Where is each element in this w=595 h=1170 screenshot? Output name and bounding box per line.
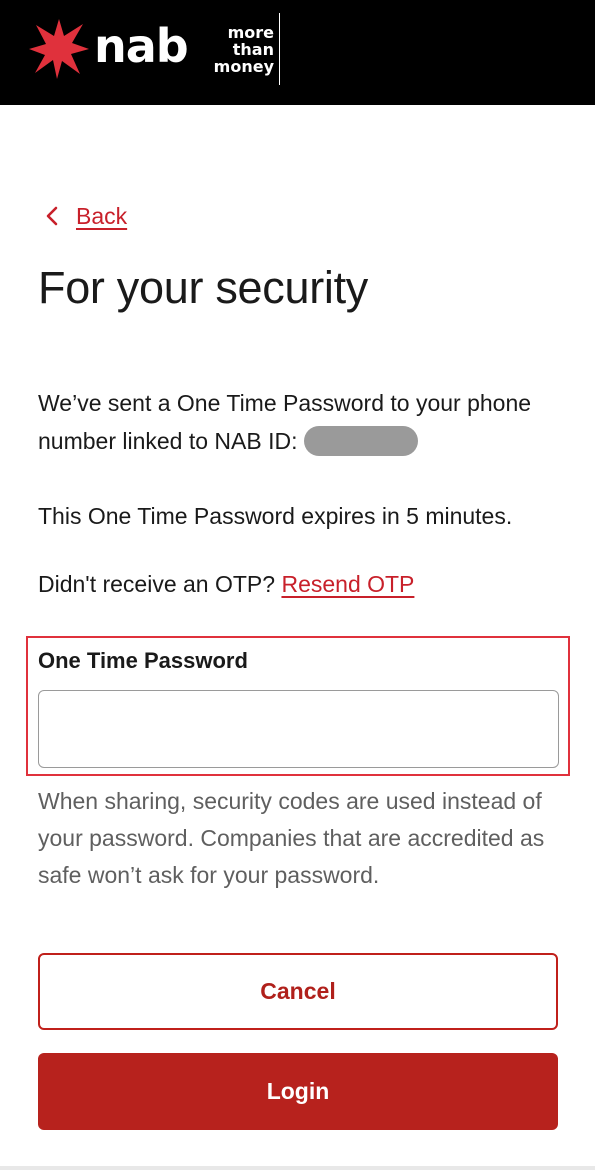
otp-sent-text: We’ve sent a One Time Password to your p… xyxy=(38,390,532,454)
otp-field-group: One Time Password xyxy=(26,636,570,776)
logo-divider xyxy=(279,13,280,85)
tagline-line: more xyxy=(227,23,274,42)
logo-wordmark: nab xyxy=(94,19,189,73)
masked-phone-number xyxy=(303,425,418,456)
otp-expiry-message: This One Time Password expires in 5 minu… xyxy=(38,503,513,529)
otp-sent-message: We’ve sent a One Time Password to your p… xyxy=(38,384,558,460)
resend-prompt: Didn't receive an OTP? xyxy=(38,571,276,597)
bottom-divider xyxy=(0,1166,595,1170)
tagline-line: than xyxy=(232,40,274,59)
otp-field-label: One Time Password xyxy=(38,648,248,673)
logo-tagline: more than money xyxy=(204,24,274,75)
resend-otp-row: Didn't receive an OTP? Resend OTP xyxy=(38,565,414,603)
back-link[interactable]: Back xyxy=(44,200,127,232)
nab-star-icon xyxy=(29,19,89,79)
security-helper-text: When sharing, security codes are used in… xyxy=(38,788,545,888)
login-button[interactable]: Login xyxy=(38,1053,558,1130)
tagline-line: money xyxy=(213,57,274,76)
page-title: For your security xyxy=(38,262,368,313)
otp-input[interactable] xyxy=(38,690,559,768)
chevron-left-icon xyxy=(46,206,58,226)
cancel-button[interactable]: Cancel xyxy=(38,953,558,1030)
resend-otp-link[interactable]: Resend OTP xyxy=(281,571,414,597)
nab-logo[interactable]: nab more than money xyxy=(28,13,288,86)
app-header: nab more than money xyxy=(0,0,595,105)
back-link-label[interactable]: Back xyxy=(76,203,127,230)
